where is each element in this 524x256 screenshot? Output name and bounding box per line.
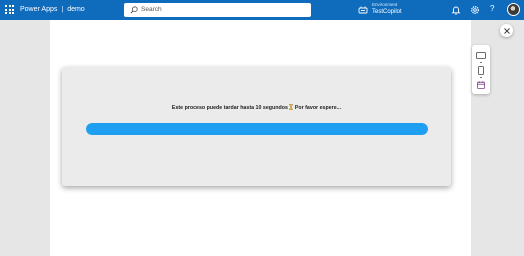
project-name: demo xyxy=(67,6,85,13)
search-placeholder: Search xyxy=(141,6,162,13)
hourglass-icon xyxy=(289,104,294,110)
close-icon xyxy=(503,27,510,34)
title-separator: | xyxy=(61,6,64,13)
environment-icon xyxy=(358,6,368,14)
search-input[interactable]: Search xyxy=(124,3,311,17)
toolbar-divider xyxy=(480,77,482,78)
loading-message: Este proceso puede tardar hasta 10 segun… xyxy=(62,104,451,112)
environment-picker[interactable]: Environment TestCopilot xyxy=(372,2,402,16)
close-button[interactable] xyxy=(500,24,513,37)
loading-dialog: Este proceso puede tardar hasta 10 segun… xyxy=(62,67,451,186)
waffle-icon[interactable] xyxy=(5,5,14,14)
loading-message-suffix: Por favor espere... xyxy=(294,105,342,111)
gear-icon[interactable] xyxy=(470,5,480,15)
search-icon xyxy=(130,6,138,14)
avatar[interactable] xyxy=(507,3,520,16)
environment-name: TestCopilot xyxy=(372,9,402,15)
app-name[interactable]: Power Apps xyxy=(20,6,57,13)
help-icon[interactable]: ? xyxy=(490,4,494,14)
calendar-icon[interactable] xyxy=(477,81,485,89)
loading-message-text: Este proceso puede tardar hasta 10 segun… xyxy=(171,105,288,111)
toolbar-divider xyxy=(480,62,482,63)
app-title: Power Apps | demo xyxy=(20,4,85,15)
top-bar: Power Apps | demo Search Environment TestC… xyxy=(0,0,524,20)
environment-label: Environment xyxy=(372,2,398,7)
progress-bar xyxy=(86,123,428,135)
device-toolbar xyxy=(472,45,490,94)
phone-icon[interactable] xyxy=(478,66,484,75)
tablet-icon[interactable] xyxy=(476,52,486,59)
progress-fill xyxy=(86,123,428,135)
bell-icon[interactable] xyxy=(451,5,461,15)
